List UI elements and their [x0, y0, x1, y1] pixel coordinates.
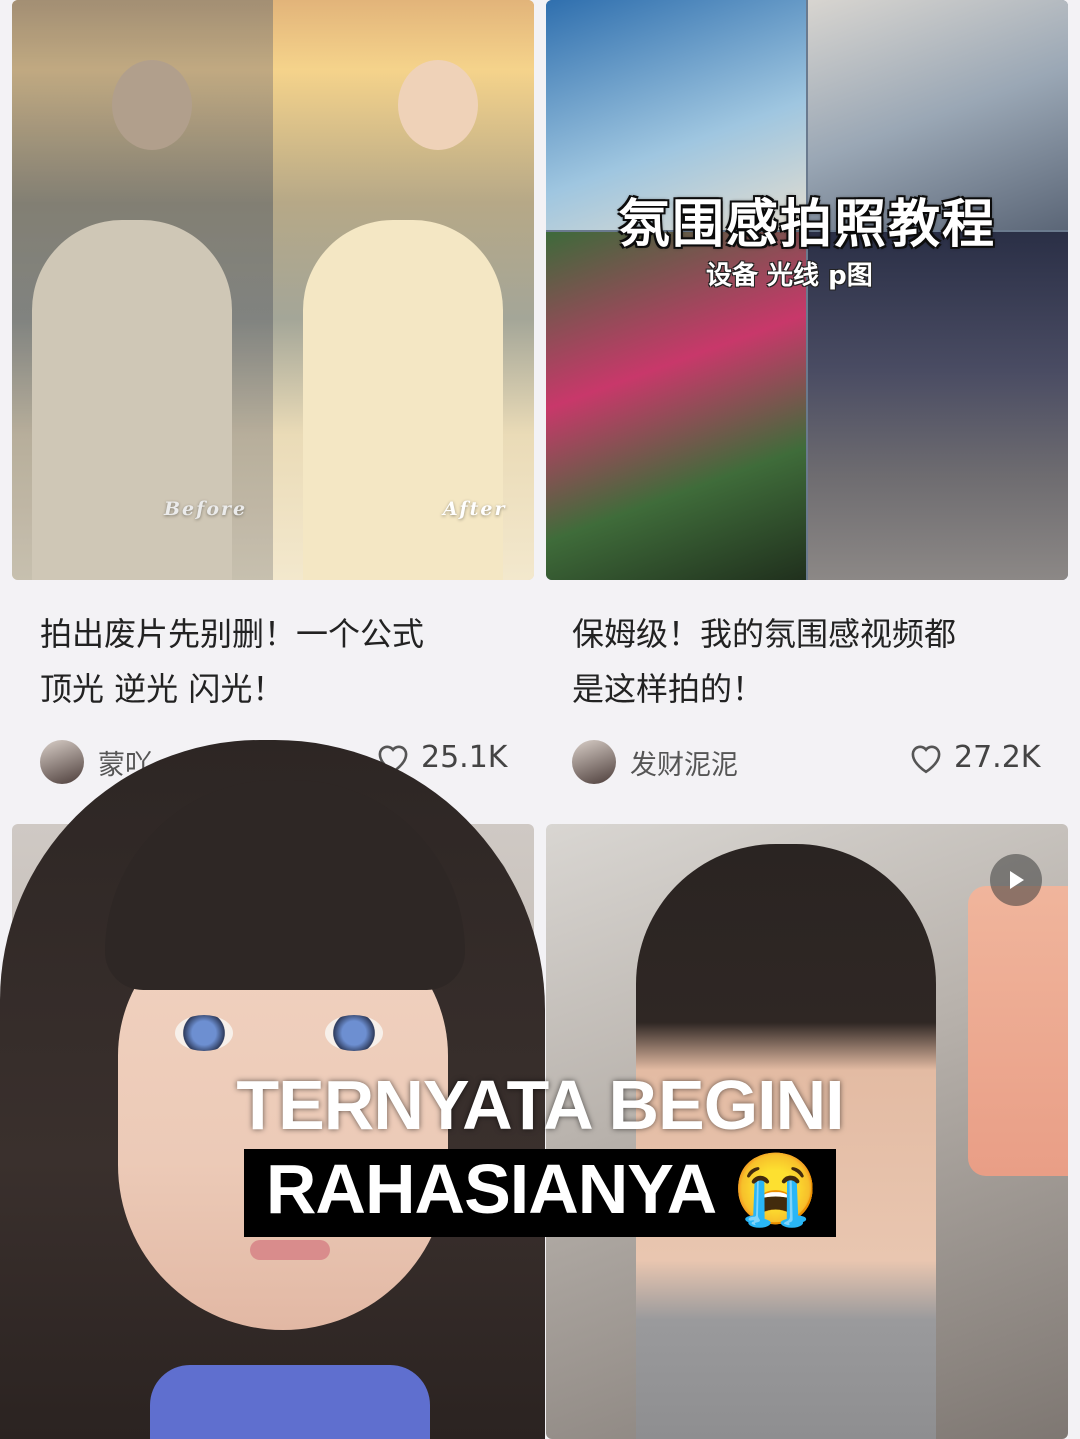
after-dress — [303, 220, 503, 580]
card-1-title-line1: 拍出废片先别删！一个公式 — [40, 615, 425, 653]
creator-eye-left — [175, 1015, 233, 1051]
author-name: 发财泥泥 — [630, 749, 738, 781]
creator-eye-right — [325, 1015, 383, 1051]
card-2-title[interactable]: 保姆级！我的氛围感视频都 是这样拍的！ — [572, 607, 1042, 717]
avatar[interactable] — [572, 740, 616, 784]
card-2-title-line1: 保姆级！我的氛围感视频都 — [572, 615, 957, 653]
card-2-author[interactable]: 发财泥泥 — [572, 737, 738, 787]
after-photo: After — [273, 0, 534, 580]
card-1-title[interactable]: 拍出废片先别删！一个公式 顶光 逆光 闪光！ — [40, 607, 510, 717]
caption-line-1: TERNYATA BEGINI — [236, 1066, 844, 1144]
banner-subtitle: 设备 光线 p图 — [706, 261, 873, 291]
after-head — [398, 60, 478, 150]
before-dress — [32, 220, 232, 580]
card-2-title-line2: 是这样拍的！ — [572, 670, 765, 708]
caption-line-2: RAHASIANYA 😭 — [243, 1149, 837, 1237]
play-icon[interactable] — [990, 854, 1042, 906]
like-count: 27.2K — [954, 740, 1041, 775]
before-photo: Before — [12, 0, 273, 580]
before-head — [112, 60, 192, 150]
card-1-image[interactable]: Before After — [12, 0, 534, 580]
banner-title: 氛围感拍照教程 — [617, 195, 996, 255]
heart-icon — [911, 745, 941, 773]
video-caption: TERNYATA BEGINI RAHASIANYA 😭 — [0, 1065, 1080, 1237]
creator-lips — [250, 1240, 330, 1260]
creator-shirt — [150, 1365, 430, 1439]
card-2-image[interactable]: 氛围感拍照教程 设备 光线 p图 — [546, 0, 1068, 580]
card-2-like-button[interactable]: 27.2K — [908, 740, 1040, 775]
after-label: After — [443, 498, 507, 520]
before-label: Before — [164, 498, 248, 520]
card-1-title-line2: 顶光 逆光 闪光！ — [40, 670, 285, 708]
